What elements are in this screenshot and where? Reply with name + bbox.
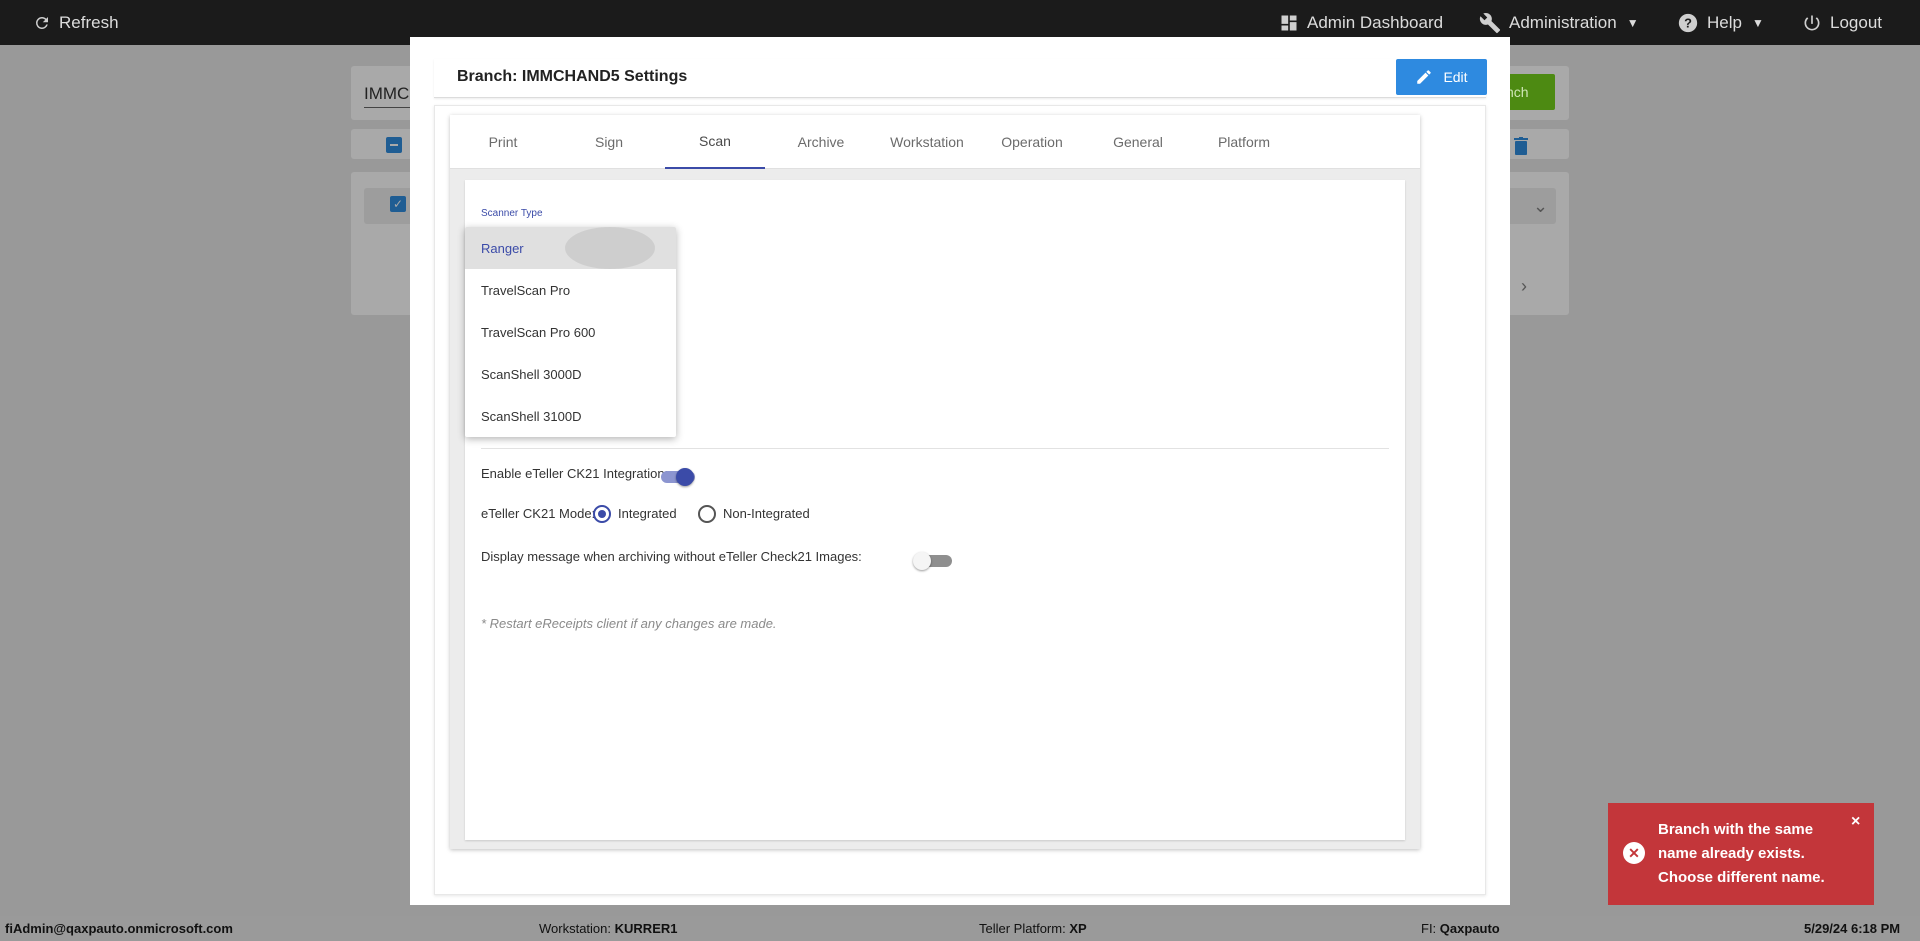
tab-platform[interactable]: Platform [1194, 115, 1294, 169]
workstation-info: Workstation: KURRER1 [539, 921, 677, 936]
refresh-label: Refresh [59, 12, 119, 32]
fi-value: Qaxpauto [1439, 921, 1500, 936]
power-icon [1804, 15, 1820, 30]
refresh-button[interactable]: Refresh [33, 0, 119, 45]
non-integrated-radio[interactable] [698, 505, 716, 523]
branch-search-input[interactable]: IMMC [364, 84, 409, 104]
refresh-icon [35, 16, 48, 29]
close-icon[interactable]: × [1851, 813, 1860, 831]
workstation-value: KURRER1 [614, 921, 678, 936]
fi-label: FI: [1421, 921, 1437, 936]
admin-dashboard-label: Admin Dashboard [1307, 12, 1444, 32]
user-email: fiAdmin@qaxpauto.onmicrosoft.com [5, 921, 233, 936]
error-toast: ✕ Branch with the same name already exis… [1608, 803, 1874, 905]
scanner-type-dropdown[interactable]: Ranger TravelScan Pro TravelScan Pro 600… [465, 227, 676, 437]
help-menu[interactable]: ? Help ▼ [1677, 0, 1764, 45]
platform-value: XP [1069, 921, 1087, 936]
fi-info: FI: Qaxpauto [1421, 921, 1500, 936]
ripple-effect [565, 227, 655, 269]
option-travelscan-pro-600[interactable]: TravelScan Pro 600 [465, 311, 676, 353]
tab-general[interactable]: General [1088, 115, 1188, 169]
ck21-integration-label: Enable eTeller CK21 Integration: [481, 466, 669, 481]
section-divider [481, 448, 1389, 449]
select-all-checkbox[interactable] [386, 137, 402, 153]
settings-tabs-card: Print Sign Scan Archive Workstation Oper… [450, 115, 1420, 849]
logout-label: Logout [1830, 12, 1882, 32]
edit-label: Edit [1443, 69, 1468, 85]
chevron-down-icon: ▼ [1626, 15, 1639, 30]
status-bar: fiAdmin@qaxpauto.onmicrosoft.com Worksta… [0, 916, 1920, 941]
toast-message: Branch with the same name already exists… [1658, 821, 1825, 886]
delete-icon[interactable] [1514, 137, 1528, 160]
tab-operation[interactable]: Operation [982, 115, 1082, 169]
toggle-knob [676, 468, 694, 486]
chevron-down-icon: ▼ [1751, 15, 1764, 30]
tab-workstation[interactable]: Workstation [877, 115, 977, 169]
help-label: Help [1707, 12, 1742, 32]
integrated-label: Integrated [618, 506, 677, 521]
tab-bar: Print Sign Scan Archive Workstation Oper… [450, 115, 1420, 169]
dashboard-icon [1281, 15, 1297, 30]
logout-button[interactable]: Logout [1802, 0, 1882, 45]
platform-label: Teller Platform: [979, 921, 1066, 936]
error-icon: ✕ [1623, 842, 1645, 864]
branch-settings-modal: Branch: IMMCHAND5 Settings Edit Print Si… [410, 37, 1510, 905]
tab-scan[interactable]: Scan [665, 115, 765, 169]
option-scanshell-3000d[interactable]: ScanShell 3000D [465, 353, 676, 395]
archive-message-label: Display message when archiving without e… [481, 549, 862, 564]
pencil-icon [1417, 70, 1432, 84]
datetime: 5/29/24 6:18 PM [1804, 921, 1901, 936]
scanner-type-label: Scanner Type [481, 208, 543, 219]
tab-sign[interactable]: Sign [559, 115, 659, 169]
option-ranger[interactable]: Ranger [465, 227, 676, 269]
next-page-icon[interactable]: › [1521, 276, 1527, 297]
svg-text:?: ? [1684, 15, 1692, 30]
edit-button[interactable]: Edit [1396, 59, 1487, 95]
workstation-label: Workstation: [539, 921, 612, 936]
restart-note: * Restart eReceipts client if any change… [481, 616, 777, 631]
option-travelscan-pro[interactable]: TravelScan Pro [465, 269, 676, 311]
option-label: Ranger [481, 240, 524, 256]
non-integrated-label: Non-Integrated [723, 506, 810, 521]
administration-label: Administration [1509, 12, 1617, 32]
toggle-knob [913, 552, 931, 570]
tab-archive[interactable]: Archive [771, 115, 871, 169]
expand-chevron-icon[interactable]: ⌄ [1533, 196, 1548, 217]
integrated-radio[interactable] [593, 505, 611, 523]
option-scanshell-3100d[interactable]: ScanShell 3100D [465, 395, 676, 437]
ck21-mode-label: eTeller CK21 Mode: [481, 506, 596, 521]
platform-info: Teller Platform: XP [979, 921, 1087, 936]
branch-row-checkbox[interactable]: ✓ [390, 196, 406, 212]
tab-print[interactable]: Print [453, 115, 553, 169]
help-icon: ? [1678, 13, 1698, 32]
modal-title: Branch: IMMCHAND5 Settings [457, 68, 688, 85]
wrench-icon [1479, 12, 1501, 33]
